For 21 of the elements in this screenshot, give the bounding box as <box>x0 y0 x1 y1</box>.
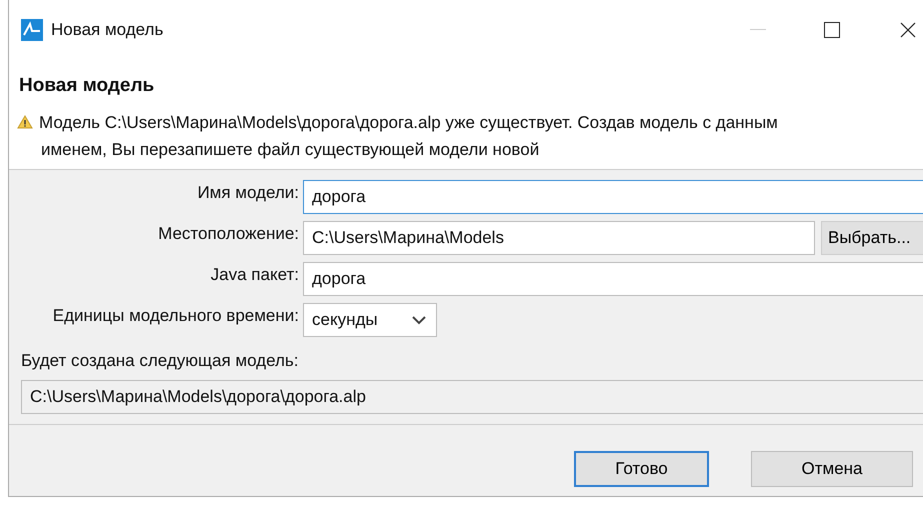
input-field[interactable]: дорога <box>303 180 923 214</box>
dialog-button[interactable]: Готово <box>574 450 709 486</box>
result-label: Будет создана следующая модель: <box>21 350 300 372</box>
browse-button[interactable]: Выбрать... <box>821 221 923 255</box>
window-title: Новая модель <box>51 19 164 42</box>
units-dropdown[interactable]: секунды <box>303 303 437 337</box>
dialog-button[interactable]: Отмена <box>751 450 913 486</box>
result-path-field: C:\Users\Марина\Models\дорога\дорога.alp <box>21 380 923 414</box>
field-label: Единицы модельного времени: <box>52 305 300 327</box>
warning-icon <box>17 114 33 128</box>
field-label: Java пакет: <box>210 264 300 286</box>
page-title: Новая модель <box>19 74 156 98</box>
warning-message: Модель C:\Users\Марина\Models\дорога\дорога.alp уже существует. Создав модель с данным именем, Вы перезапишете файл существующей модели новой <box>39 112 778 158</box>
close-icon[interactable] <box>900 22 916 38</box>
maximize-icon[interactable] <box>824 22 840 38</box>
chevron-down-icon[interactable] <box>412 316 426 324</box>
input-field[interactable]: дорога <box>303 262 923 296</box>
field-label: Имя модели: <box>196 182 300 204</box>
app-logo-icon <box>21 19 43 41</box>
field-label: Местоположение: <box>157 223 300 245</box>
input-field[interactable]: C:\Users\Марина\Models <box>303 221 815 255</box>
